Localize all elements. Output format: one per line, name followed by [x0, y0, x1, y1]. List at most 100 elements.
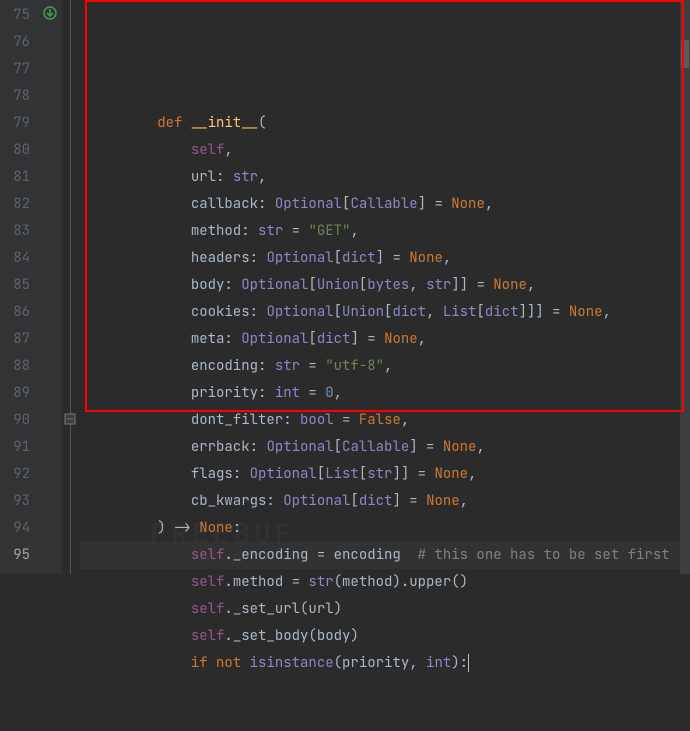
token-kw: None [434, 465, 468, 483]
token-builtin: str [233, 168, 258, 186]
line-number: 81 [0, 164, 30, 191]
token-str: "GET" [308, 222, 350, 240]
token-punc: ] = [409, 438, 443, 456]
token-punc: , [409, 276, 426, 294]
token-self: self [191, 573, 225, 591]
code-line[interactable]: errback: Optional[Callable] = None, [90, 434, 690, 461]
code-line[interactable]: self._set_body(body) [90, 623, 690, 650]
line-number: 89 [0, 380, 30, 407]
token-self: self [191, 600, 225, 618]
token-punc: : [258, 195, 275, 213]
token-kw: None [569, 303, 603, 321]
token-punc: = [334, 411, 359, 429]
token-punc: , [468, 465, 476, 483]
token-param: encoding [191, 357, 258, 375]
token-punc: (priority [334, 654, 410, 672]
code-line[interactable]: headers: Optional[dict] = None, [90, 245, 690, 272]
token-self: self [191, 546, 225, 564]
code-line[interactable]: cb_kwargs: Optional[dict] = None, [90, 488, 690, 515]
token-builtin: bytes [367, 276, 409, 294]
token-punc: ]] = [392, 465, 434, 483]
code-line[interactable]: meta: Optional[dict] = None, [90, 326, 690, 353]
fold-collapse-icon[interactable] [64, 413, 76, 425]
token-punc: [ [350, 492, 358, 510]
token-punc: : [241, 222, 258, 240]
code-line[interactable]: method: str = "GET", [90, 218, 690, 245]
token-kw: None [384, 330, 418, 348]
line-number: 77 [0, 56, 30, 83]
line-number: 90 [0, 407, 30, 434]
line-number: 75 [0, 2, 30, 29]
code-line[interactable]: def __init__( [90, 110, 690, 137]
token-punc: ( [258, 114, 266, 132]
code-line[interactable]: callback: Optional[Callable] = None, [90, 191, 690, 218]
token-punc: : [224, 276, 241, 294]
token-punc: , [418, 330, 426, 348]
token-punc: [ [476, 303, 484, 321]
token-param: flags [191, 465, 233, 483]
token-punc: ]]] = [519, 303, 569, 321]
token-punc: ] = [392, 492, 426, 510]
token-builtin: dict [392, 303, 426, 321]
code-area[interactable]: FREEBUF def __init__( self, url: str, ca… [80, 0, 690, 574]
token-builtin: isinstance [250, 654, 334, 672]
token-punc: , [460, 492, 468, 510]
line-number: 82 [0, 191, 30, 218]
token-builtin: int [275, 384, 300, 402]
token-builtin: str [308, 573, 333, 591]
token-punc: [ [359, 276, 367, 294]
token-punc: , [527, 276, 535, 294]
text-caret [468, 654, 469, 672]
code-line[interactable]: if not isinstance(priority, int): [90, 650, 690, 677]
code-line[interactable]: url: str, [90, 164, 690, 191]
line-number: 84 [0, 245, 30, 272]
token-punc: = [300, 357, 325, 375]
scrollbar-thumb[interactable] [681, 40, 689, 68]
token-punc: , [476, 438, 484, 456]
line-number: 88 [0, 353, 30, 380]
token-type: Union [342, 303, 384, 321]
code-line[interactable]: self, [90, 137, 690, 164]
line-number: 93 [0, 488, 30, 515]
code-line[interactable]: self._set_url(url) [90, 596, 690, 623]
token-punc: , [350, 222, 358, 240]
token-punc: [ [334, 249, 342, 267]
line-number: 76 [0, 29, 30, 56]
line-number-gutter: 7576777879808182838485868788899091929394… [0, 0, 40, 574]
code-editor[interactable]: 7576777879808182838485868788899091929394… [0, 0, 690, 574]
code-line[interactable]: body: Optional[Union[bytes, str]] = None… [90, 272, 690, 299]
token-fn: __init__ [191, 114, 258, 132]
code-line[interactable]: encoding: str = "utf-8", [90, 353, 690, 380]
line-number: 94 [0, 515, 30, 542]
token-builtin: dict [485, 303, 519, 321]
token-builtin: str [258, 222, 283, 240]
token-punc: ] = [376, 249, 410, 267]
code-line[interactable]: self._encoding = encoding # this one has… [90, 542, 690, 569]
code-line[interactable]: flags: Optional[List[str]] = None, [90, 461, 690, 488]
token-punc: , [258, 168, 266, 186]
line-number: 95 [0, 542, 30, 569]
code-line[interactable]: cookies: Optional[Union[dict, List[dict]… [90, 299, 690, 326]
token-punc: [ [308, 330, 316, 348]
token-param: url [191, 168, 216, 186]
code-line[interactable]: self.method = str(method).upper() [90, 569, 690, 596]
token-punc: ]] = [451, 276, 493, 294]
token-punc: [ [308, 276, 316, 294]
token-kw: None [443, 438, 477, 456]
token-kw: None [199, 519, 233, 537]
token-punc: : [258, 357, 275, 375]
token-punc: ): [451, 654, 468, 672]
token-builtin: str [275, 357, 300, 375]
code-line[interactable]: dont_filter: bool = False, [90, 407, 690, 434]
code-line[interactable]: ) -> None: [90, 515, 690, 542]
token-param: cb_kwargs [191, 492, 267, 510]
token-type: Callable [350, 195, 417, 213]
line-number: 87 [0, 326, 30, 353]
code-line[interactable]: priority: int = 0, [90, 380, 690, 407]
token-param: meta [191, 330, 225, 348]
line-number: 78 [0, 83, 30, 110]
token-builtin: bool [300, 411, 334, 429]
line-number: 86 [0, 299, 30, 326]
token-punc: : [250, 249, 267, 267]
override-method-icon[interactable] [43, 6, 57, 20]
